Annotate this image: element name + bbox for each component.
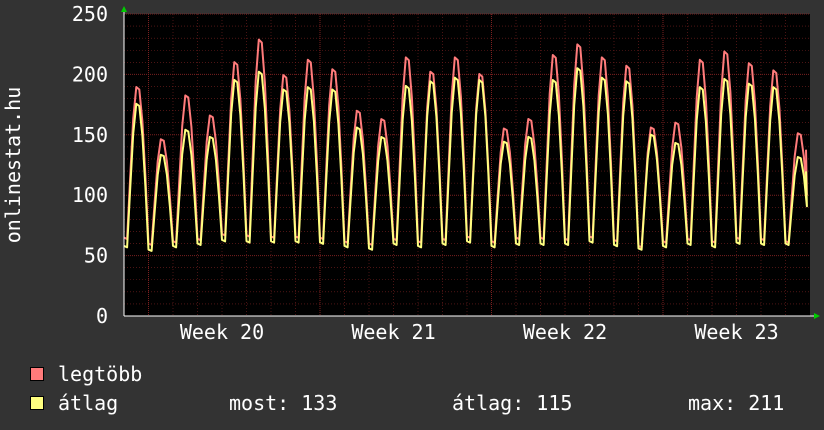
x-tick-labels: Week 20 Week 21 Week 22 Week 23 [180,320,779,344]
stat-max: max: 211 [688,391,785,415]
y-axis-label: onlinestat.hu [1,87,25,244]
y-tick-label: 200 [72,62,108,86]
y-tick-label: 150 [72,123,108,147]
stat-now: most: 133 [229,391,338,415]
legend-swatch-atlag [30,396,44,410]
legend-swatch-legtobb [30,367,44,381]
y-tick-label: 250 [72,2,108,26]
y-tick-label: 0 [96,304,108,328]
legend-item-legtobb: legtöbb [30,362,142,386]
x-tick-label: Week 20 [180,320,264,344]
legend-label-atlag: átlag [58,391,119,415]
line-chart: 050100150200250 Week 20 Week 21 Week 22 Wee… [1,2,820,344]
x-axis-arrow-icon [814,313,820,319]
legend-item-atlag: átlag [30,391,118,415]
y-tick-labels: 0 50 100 150 200 250 [72,2,108,328]
y-axis-arrow-icon [121,6,127,12]
x-tick-label: Week 21 [351,320,435,344]
legend-label-legtobb: legtöbb [58,362,143,386]
chart-container: 0 50 100 150 200 250 Week 20 Week 21 Week 22 Wee… [0,0,824,430]
y-tick-label: 50 [84,244,108,268]
stat-average: átlag: 115 [452,391,573,415]
y-tick-label: 100 [72,183,108,207]
x-tick-label: Week 22 [523,320,607,344]
x-tick-label: Week 23 [694,320,778,344]
